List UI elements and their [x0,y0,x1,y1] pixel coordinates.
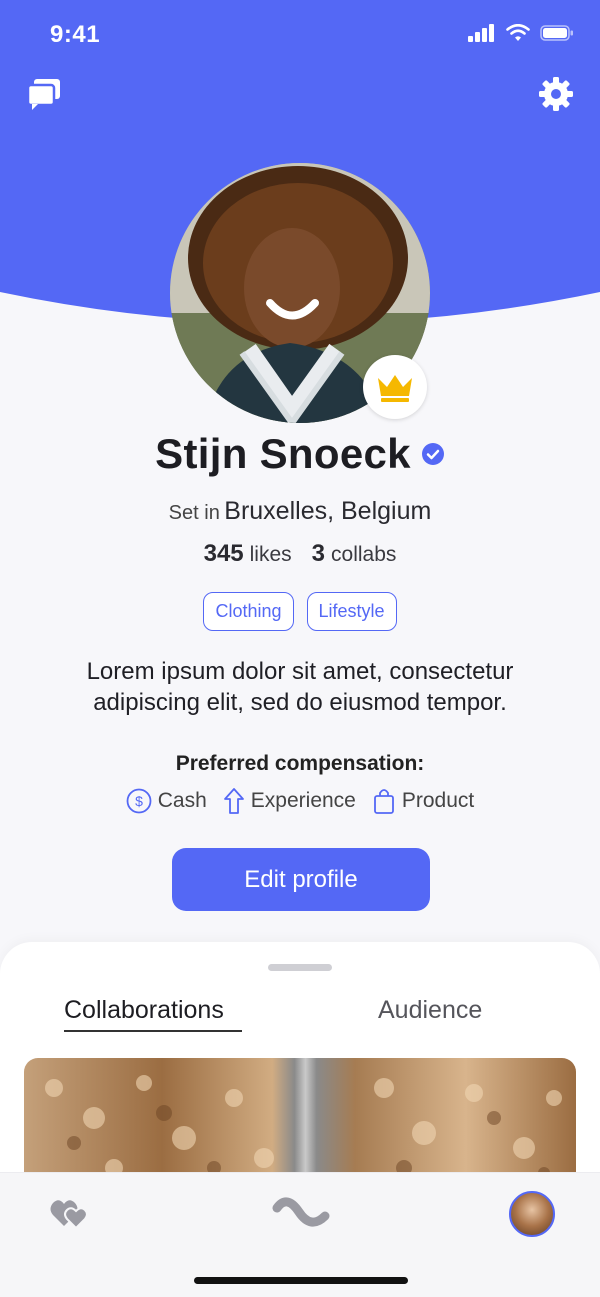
verified-check-icon [421,443,444,465]
compensation-experience: Experience [223,787,356,815]
status-icons [468,24,574,42]
arrow-up-icon [223,788,244,814]
compensation-cash-label: Cash [157,789,207,812]
shopping-bag-icon [373,789,394,814]
compensation-product: Product [372,787,474,815]
compensation-list: $ Cash Experience Product [0,787,600,815]
wifi-icon [506,24,530,41]
crown-icon [378,375,412,402]
collaboration-card[interactable] [24,1058,576,1186]
wave-icon [272,1197,330,1227]
location-city: Bruxelles, Belgium [224,497,432,525]
nav-likes[interactable] [48,1193,92,1233]
tab-collaborations[interactable]: Collaborations [64,996,224,1025]
tab-audience[interactable]: Audience [378,996,482,1025]
crown-badge [363,355,427,419]
compensation-experience-label: Experience [250,789,356,812]
status-bar: 9:41 [0,0,600,70]
profile-avatar-container [170,163,430,423]
battery-icon [540,25,573,41]
profile-bio: Lorem ipsum dolor sit amet, consectetur … [86,658,514,716]
compensation-title: Preferred compensation: [175,752,425,775]
hearts-icon [50,1200,88,1230]
profile-name-row: Stijn Snoeck [0,430,600,478]
compensation-product-label: Product [401,789,475,812]
tag-lifestyle[interactable]: Lifestyle [306,592,397,631]
nav-discover[interactable] [270,1193,332,1233]
tag-clothing[interactable]: Clothing [203,592,294,631]
category-tags: Clothing Lifestyle [0,592,600,631]
collabs-stat: 3 collabs [312,540,397,568]
messages-button[interactable] [24,74,64,114]
location-prefix: Set in [168,502,220,524]
profile-stats: 345 likes 3 collabs [0,540,600,568]
likes-count: 345 [203,540,244,567]
tab-active-underline [64,1030,242,1032]
nav-profile-avatar [509,1191,555,1237]
collabs-count: 3 [311,540,326,567]
profile-name: Stijn Snoeck [155,430,411,477]
nav-profile[interactable] [509,1191,555,1237]
likes-stat: 345 likes [204,540,292,568]
home-indicator [194,1277,408,1284]
collabs-label: collabs [331,543,397,566]
edit-profile-button[interactable]: Edit profile [172,848,430,911]
compensation-cash: $ Cash [126,788,207,814]
dollar-circle-icon: $ [126,788,152,814]
gear-icon [539,77,573,111]
signal-icon [468,24,494,42]
profile-location: Set in Bruxelles, Belgium [0,497,600,526]
svg-text:$: $ [135,793,143,809]
chat-bubbles-icon [26,79,60,110]
settings-button[interactable] [536,74,576,114]
sheet-drag-handle[interactable] [268,964,332,971]
likes-label: likes [249,543,292,566]
status-time: 9:41 [50,21,101,48]
